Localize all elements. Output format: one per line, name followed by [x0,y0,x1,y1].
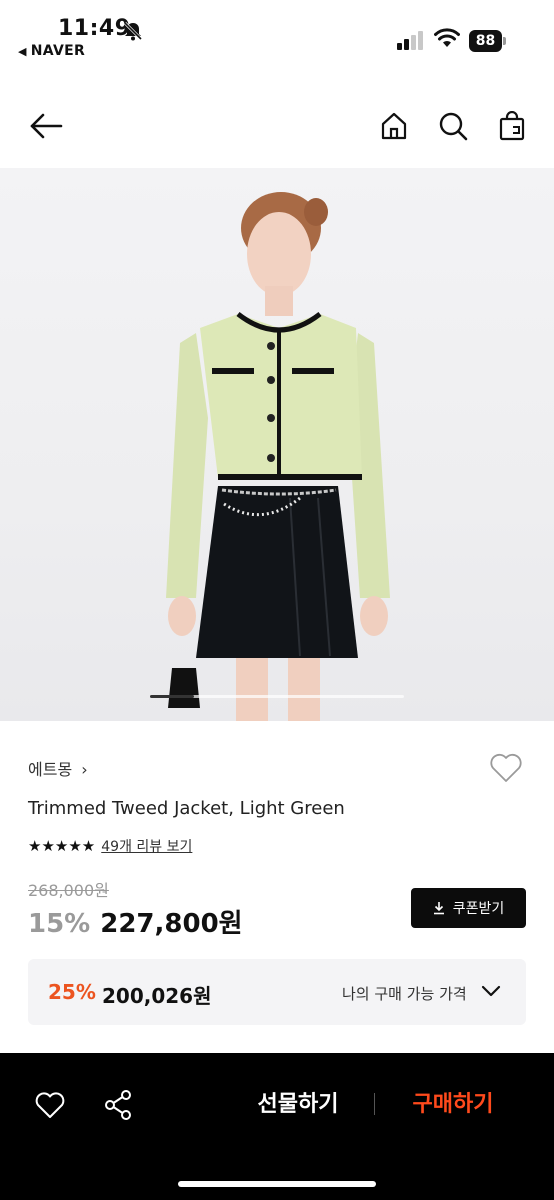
home-button[interactable] [374,106,414,146]
back-arrow-icon [30,113,63,139]
chevron-right-icon: › [81,760,88,779]
carousel-indicator-current [150,695,194,698]
sale-price: 227,800원 [100,909,243,939]
battery-nub [503,37,506,45]
discount-rate: 15% [28,909,91,939]
brand-link[interactable]: 에트몽 › [28,756,88,780]
back-button[interactable] [26,106,66,146]
search-icon [439,112,468,141]
buy-button[interactable]: 구매하기 [394,1087,512,1123]
my-price-dropdown[interactable]: 25% 200,026원 나의 구매 가능 가격 [28,959,526,1025]
my-discount-rate: 25% [48,980,96,1004]
coupon-download-button[interactable]: 쿠폰받기 [411,888,526,928]
coupon-label: 쿠폰받기 [452,901,505,917]
back-app-label: NAVER [30,43,86,59]
download-icon [433,902,444,915]
brand-name: 에트몽 [28,760,73,779]
rating-row: ★★★★★ 49개 리뷰 보기 [28,836,192,856]
back-to-app-link[interactable]: ◀ NAVER [18,43,85,59]
bottom-divider [374,1093,375,1115]
bottom-wishlist-button[interactable] [30,1085,70,1125]
status-bar: 11:49 ◀ NAVER 88 [0,0,554,70]
heart-icon [35,1092,65,1118]
heart-icon [490,753,522,782]
wishlist-button[interactable] [486,748,526,788]
my-price-label: 나의 구매 가능 가격 [342,985,467,1003]
my-price: 200,026원 [102,984,212,1008]
share-button[interactable] [98,1085,138,1125]
review-link[interactable]: 49개 리뷰 보기 [101,836,192,856]
battery-level: 88 [469,30,502,52]
product-title: Trimmed Tweed Jacket, Light Green [28,798,345,819]
cellular-signal-icon [397,31,423,50]
bell-muted-icon [123,21,143,41]
top-nav-bar [0,92,554,162]
chevron-down-icon [481,985,501,997]
share-icon [105,1090,131,1120]
product-image-carousel[interactable] [0,168,554,721]
search-button[interactable] [433,106,473,146]
battery-indicator: 88 [469,30,506,52]
product-photo [166,192,390,721]
price-row: 15% 227,800원 [28,903,243,940]
shopping-bag-icon [499,111,525,141]
carousel-indicator [150,695,404,698]
gift-button[interactable]: 선물하기 [240,1087,356,1123]
home-icon [381,112,407,140]
cart-button[interactable] [492,106,532,146]
home-indicator [178,1181,376,1187]
bottom-action-bar: 선물하기 구매하기 [0,1053,554,1200]
original-price: 268,000원 [28,881,109,900]
status-time: 11:49 [58,16,131,41]
star-rating: ★★★★★ [28,837,96,855]
wifi-icon [434,28,460,47]
back-triangle-icon: ◀ [18,45,27,58]
